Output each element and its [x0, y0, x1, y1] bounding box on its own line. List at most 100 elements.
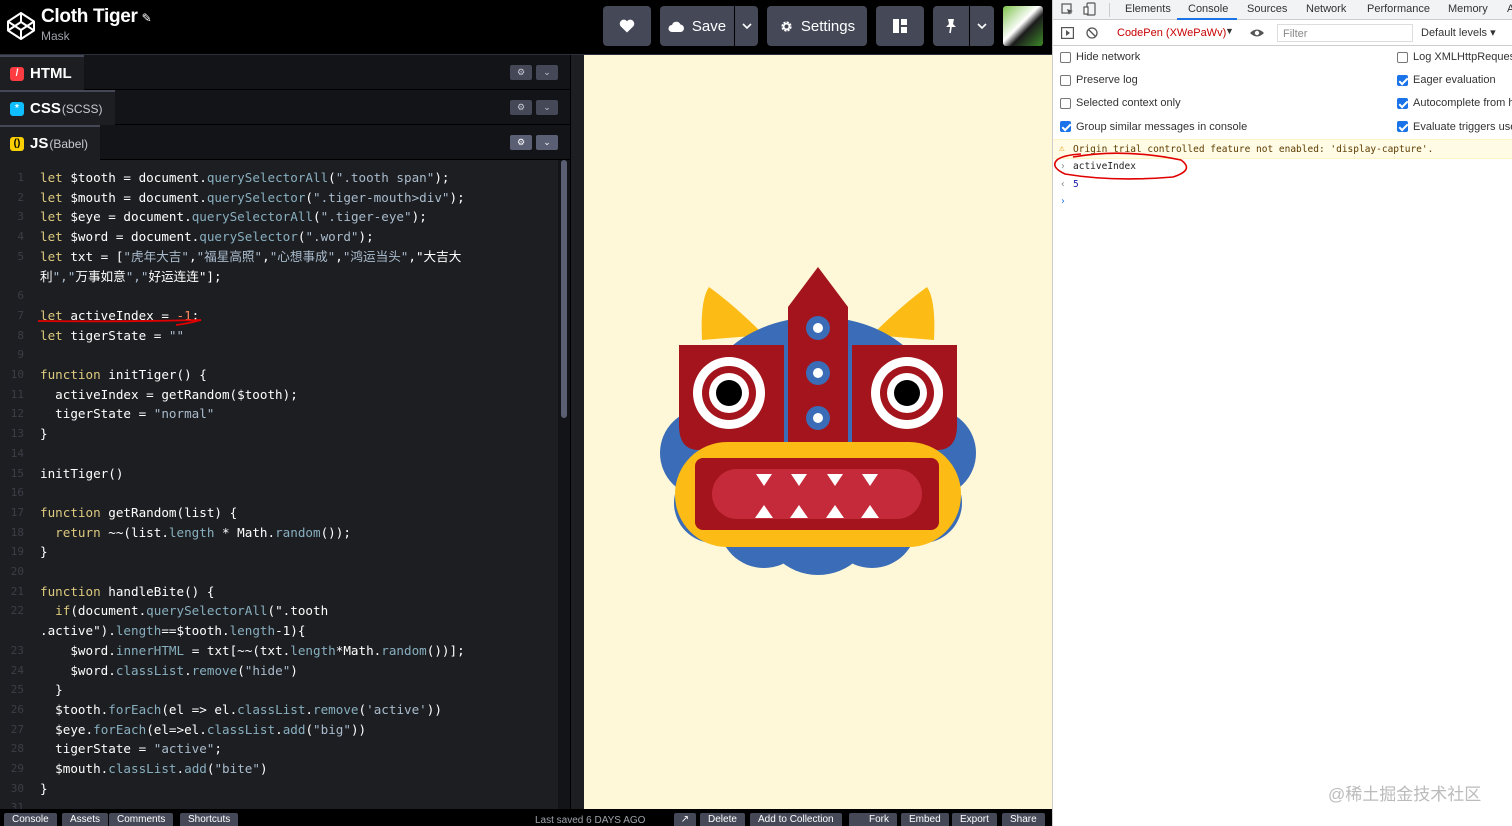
eye-icon[interactable] [1249, 28, 1265, 38]
assets-button[interactable]: Assets [62, 813, 109, 826]
open-external-icon[interactable]: ↗ [674, 813, 696, 826]
codepen-logo-icon[interactable] [6, 11, 36, 41]
checkbox[interactable] [1060, 121, 1071, 133]
line-number: 6 [17, 289, 24, 303]
tab-performance[interactable]: Performance [1367, 3, 1430, 15]
line-number: 12 [10, 407, 24, 421]
tab-sources[interactable]: Sources [1247, 3, 1287, 15]
device-toggle-icon[interactable] [1083, 2, 1097, 16]
line-code: } [40, 426, 48, 442]
panel-resizer[interactable] [570, 55, 584, 809]
checkbox[interactable] [1060, 74, 1071, 86]
console-option[interactable]: Evaluate triggers user [1397, 121, 1512, 133]
fork-button[interactable]: Fork [849, 813, 897, 826]
editor-scrollbar[interactable] [558, 160, 570, 809]
pin-icon [946, 19, 956, 34]
console-button[interactable]: Console [4, 813, 57, 826]
pen-title[interactable]: Cloth Tiger ✎ [41, 6, 152, 28]
pen-author[interactable]: Mask [41, 29, 70, 43]
html-collapse-icon[interactable]: ⌄ [536, 65, 558, 80]
html-icon: / [10, 66, 24, 81]
console-option[interactable]: Selected context only [1060, 97, 1181, 109]
clear-console-icon[interactable] [1086, 27, 1098, 39]
love-button[interactable] [603, 6, 651, 46]
css-settings-icon[interactable]: ⚙ [510, 100, 532, 115]
filter-input[interactable]: Filter [1277, 24, 1413, 42]
line-code: $eye.forEach(el=>el.classList.add("big")… [55, 721, 367, 737]
console-option[interactable]: Eager evaluation [1397, 74, 1496, 86]
shortcuts-button[interactable]: Shortcuts [180, 813, 239, 826]
change-view-button[interactable] [876, 6, 924, 46]
tab-more[interactable]: A [1507, 3, 1512, 15]
share-button[interactable]: Share [1002, 813, 1045, 826]
js-tab-title: JS [30, 135, 49, 152]
line-code: activeIndex = getRandom($tooth); [40, 386, 298, 402]
line-code: $word.innerHTML = txt[~~(txt.length*Math… [70, 642, 465, 658]
js-code-editor[interactable]: 1 let $tooth = document.querySelectorAll(… [0, 160, 558, 809]
footer-bar: Console Assets Comments Shortcuts Last s… [0, 809, 1052, 826]
log-levels-dropdown[interactable]: Default levels ▾ [1421, 26, 1496, 39]
context-dropdown-icon[interactable]: ▼ [1225, 26, 1234, 36]
tab-network[interactable]: Network [1306, 3, 1346, 15]
delete-button[interactable]: Delete [700, 813, 745, 826]
css-editor-tab[interactable]: * CSS (SCSS) ⚙ ⌄ [0, 90, 570, 125]
line-number: 4 [17, 230, 24, 244]
line-code: $word.classList.remove("hide") [70, 662, 298, 678]
checkbox[interactable] [1060, 97, 1071, 109]
html-settings-icon[interactable]: ⚙ [510, 65, 532, 80]
save-button[interactable]: Save [660, 6, 734, 46]
settings-button[interactable]: Settings [767, 6, 867, 46]
checkbox[interactable] [1397, 97, 1408, 109]
line-code: .active").length==$tooth.length-1){ [40, 623, 306, 639]
option-label: Autocomplete from hi [1413, 97, 1512, 110]
line-number: 26 [10, 702, 24, 716]
html-tab-label: / HTML [0, 55, 84, 90]
css-collapse-icon[interactable]: ⌄ [536, 100, 558, 115]
line-number: 23 [10, 643, 24, 657]
result-preview[interactable] [584, 55, 1052, 809]
js-collapse-icon[interactable]: ⌄ [536, 135, 558, 150]
tiger-forehead-dots [806, 316, 830, 430]
console-option[interactable]: Group similar messages in console [1060, 121, 1247, 133]
console-option[interactable]: Hide network [1060, 51, 1140, 63]
add-to-collection-button[interactable]: Add to Collection [750, 813, 842, 826]
line-number: 7 [17, 308, 24, 322]
user-avatar[interactable] [1003, 6, 1043, 46]
editor-panel: / HTML ⚙ ⌄ * CSS (SCSS) ⚙ ⌄ () JS (Babel… [0, 55, 570, 809]
line-code: return ~~(list.length * Math.random()); [55, 524, 351, 540]
tab-console[interactable]: Console [1188, 3, 1228, 15]
console-option[interactable]: Preserve log [1060, 74, 1138, 86]
chevron-down-icon [741, 23, 752, 29]
inspect-element-icon[interactable] [1061, 3, 1074, 16]
html-editor-tab[interactable]: / HTML ⚙ ⌄ [0, 55, 570, 90]
comments-button[interactable]: Comments [109, 813, 174, 826]
prompt-chevron-icon: › [1060, 196, 1066, 207]
js-settings-icon[interactable]: ⚙ [510, 135, 532, 150]
embed-button[interactable]: Embed [901, 813, 949, 826]
checkbox[interactable] [1397, 51, 1408, 63]
checkbox[interactable] [1397, 121, 1408, 133]
tab-memory[interactable]: Memory [1448, 3, 1488, 15]
console-option[interactable]: Log XMLHttpRequests [1397, 51, 1512, 63]
line-number: 8 [17, 328, 24, 342]
css-tab-title: CSS [30, 100, 61, 117]
save-options-button[interactable] [735, 6, 758, 46]
export-button[interactable]: Export [952, 813, 997, 826]
tiger-mask-illustration[interactable] [584, 55, 1052, 809]
pin-options-button[interactable] [970, 6, 994, 46]
js-icon: () [10, 136, 24, 151]
pin-button[interactable] [933, 6, 969, 46]
pencil-icon[interactable]: ✎ [142, 11, 152, 25]
context-selector[interactable]: CodePen (XWePaWv) [1117, 27, 1226, 39]
header-bar: Cloth Tiger ✎ Mask Save Settings [0, 0, 1052, 55]
line-number: 17 [10, 505, 24, 519]
checkbox[interactable] [1060, 51, 1071, 63]
js-editor-tab[interactable]: () JS (Babel) ⚙ ⌄ [0, 125, 570, 160]
sidebar-toggle-icon[interactable] [1061, 27, 1074, 39]
tab-elements[interactable]: Elements [1125, 3, 1171, 15]
heart-icon [619, 19, 635, 33]
css-tab-label: * CSS (SCSS) [0, 90, 115, 125]
line-number: 29 [10, 762, 24, 775]
console-option[interactable]: Autocomplete from hi [1397, 97, 1512, 109]
checkbox[interactable] [1397, 74, 1408, 86]
